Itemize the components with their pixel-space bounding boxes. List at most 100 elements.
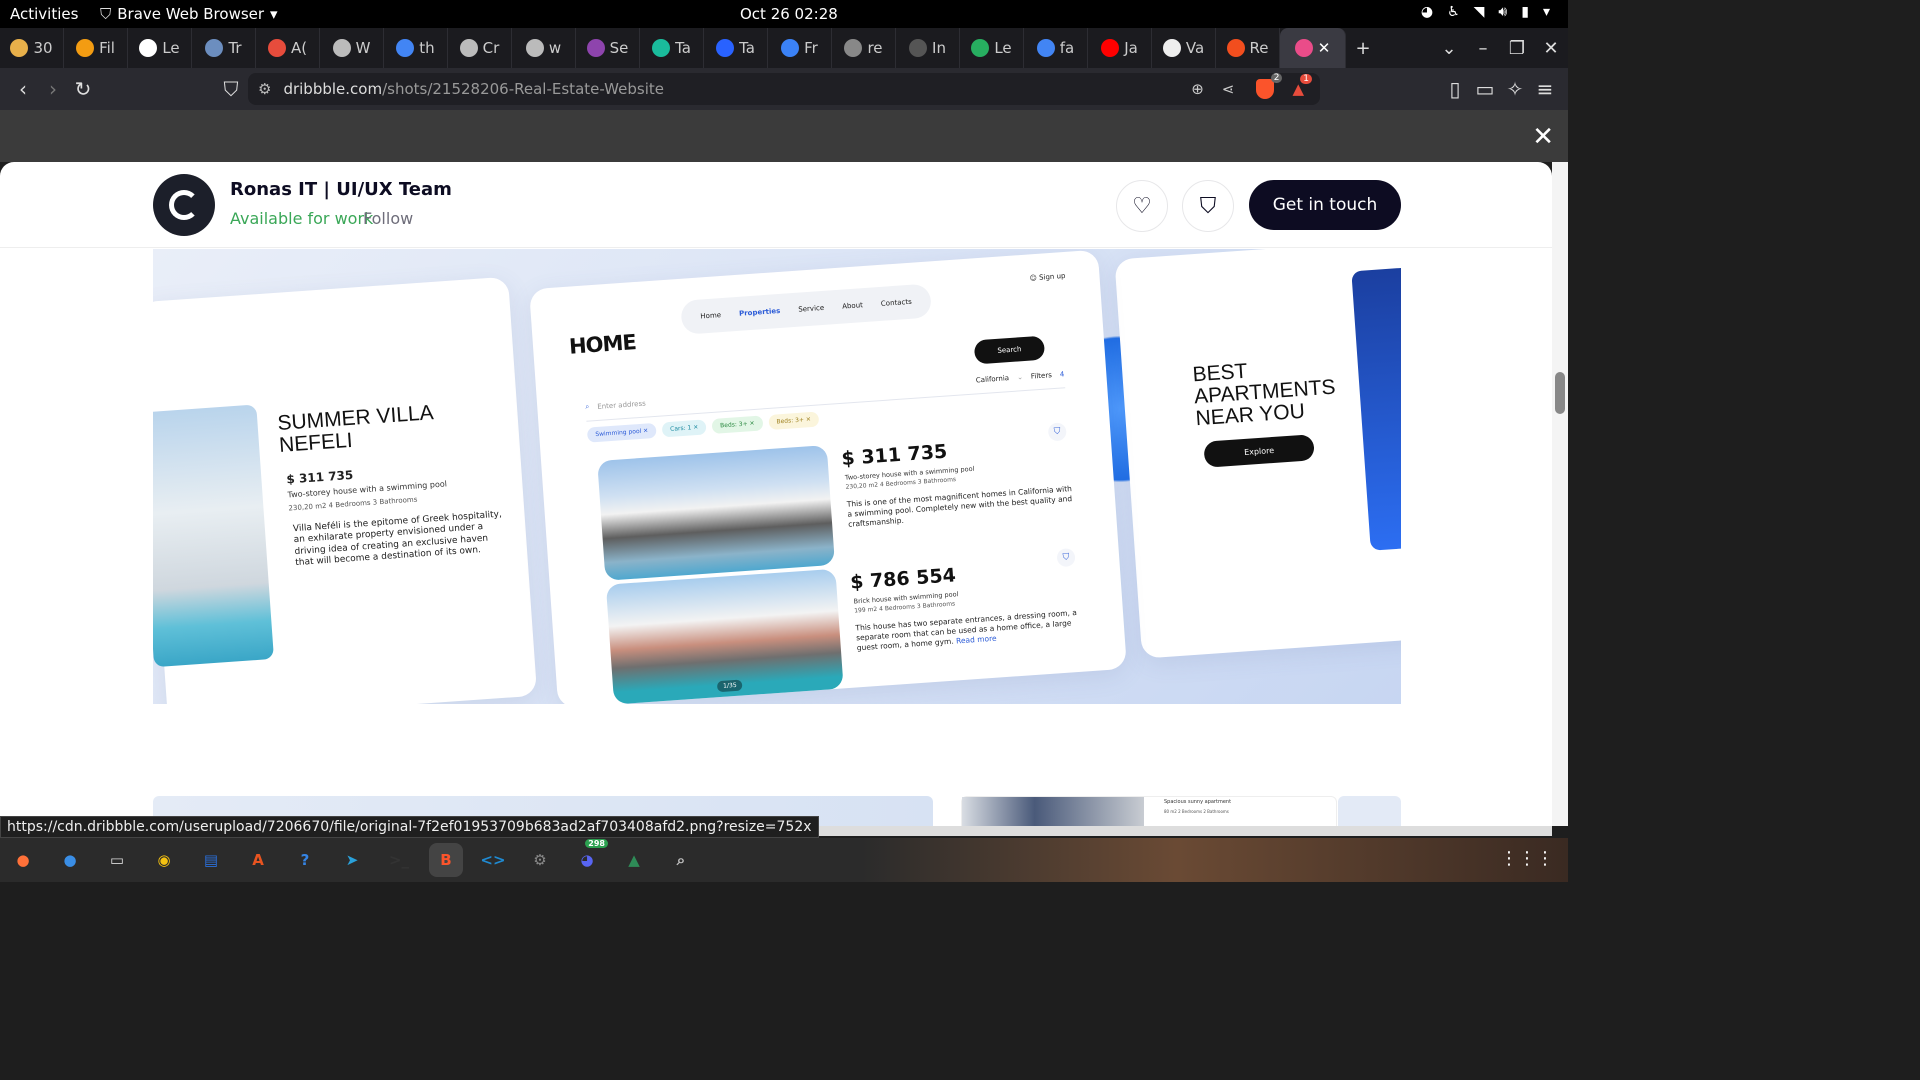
- clock[interactable]: Oct 26 02:28: [740, 5, 838, 23]
- tab-label: A(: [290, 39, 308, 57]
- vscode-icon[interactable]: <>: [476, 843, 510, 877]
- address-bar[interactable]: ⚙ dribbble.com /shots/21528206-Real-Esta…: [248, 73, 1320, 105]
- close-modal-button[interactable]: ✕: [1532, 122, 1554, 152]
- files-icon[interactable]: ▭: [100, 843, 134, 877]
- thunderbird-icon[interactable]: ●: [53, 843, 87, 877]
- shields-count-badge: 2: [1270, 73, 1283, 83]
- system-tray[interactable]: ◕ ♿︎ ◥ 🔊︎ ▮ ▾: [1421, 4, 1550, 20]
- villa-description: Villa Neféli is the epitome of Greek hos…: [292, 509, 503, 568]
- bookmark-icon: ⛉: [1047, 422, 1067, 442]
- tab[interactable]: Ta: [704, 28, 768, 68]
- show-apps-grid-icon[interactable]: ⋮⋮⋮: [1500, 848, 1554, 869]
- tab[interactable]: In: [896, 28, 960, 68]
- next-shot-thumb[interactable]: Spacious sunny apartment 80 m2 2 Bedroom…: [961, 796, 1337, 826]
- forward-button[interactable]: ›: [38, 74, 68, 104]
- software-icon[interactable]: A: [241, 843, 275, 877]
- apartment-meta: 80 m2 2 Bedrooms 2 Bathrooms: [1164, 809, 1229, 814]
- tab[interactable]: W: [320, 28, 384, 68]
- tab-favicon-icon: [652, 39, 671, 57]
- firefox-icon[interactable]: ●: [6, 843, 40, 877]
- location-select: California: [975, 373, 1010, 384]
- tab[interactable]: fa: [1024, 28, 1088, 68]
- tab[interactable]: w: [512, 28, 576, 68]
- maximize-button[interactable]: ❐: [1500, 38, 1534, 59]
- discord-tray-icon[interactable]: ◕: [1421, 4, 1433, 20]
- accessibility-icon[interactable]: ♿︎: [1447, 4, 1460, 20]
- close-window-button[interactable]: ✕: [1534, 38, 1568, 59]
- battery-icon[interactable]: ▮: [1521, 4, 1529, 20]
- listing-description: This house has two separate entrances, a…: [855, 607, 1086, 652]
- tab[interactable]: Cr: [448, 28, 512, 68]
- save-button[interactable]: ⛉: [1182, 180, 1234, 232]
- chevron-down-icon[interactable]: ▾: [1543, 4, 1550, 20]
- next-shot-thumb[interactable]: [1338, 796, 1401, 826]
- tab[interactable]: Le: [960, 28, 1024, 68]
- dock-glyph: ●: [63, 851, 77, 869]
- rhythmbox-icon[interactable]: ◉: [147, 843, 181, 877]
- dock-glyph: ?: [300, 851, 310, 869]
- signup-link: ☺︎ Sign up: [1029, 272, 1065, 282]
- tab-close-icon[interactable]: ✕: [1318, 39, 1331, 57]
- tab[interactable]: 30: [0, 28, 64, 68]
- activities-button[interactable]: Activities: [10, 5, 78, 23]
- villa-photo: [153, 404, 274, 668]
- back-button[interactable]: ‹: [8, 74, 38, 104]
- tab[interactable]: Tr: [192, 28, 256, 68]
- leo-ai-icon[interactable]: ✧: [1500, 74, 1530, 104]
- scrollbar-thumb[interactable]: [1555, 372, 1565, 414]
- apartments-title: BEST APARTMENTS NEAR YOU: [1191, 359, 1337, 431]
- available-for-work-link[interactable]: Available for work: [230, 209, 373, 228]
- team-name[interactable]: Ronas IT | UI/UX Team: [230, 179, 452, 200]
- new-tab-button[interactable]: +: [1346, 38, 1380, 59]
- image-viewer-icon[interactable]: ⌕: [664, 843, 698, 877]
- zoom-icon[interactable]: ⊕: [1191, 80, 1204, 98]
- help-icon[interactable]: ?: [288, 843, 322, 877]
- tab[interactable]: A(: [256, 28, 320, 68]
- tab[interactable]: Re: [1216, 28, 1280, 68]
- tab[interactable]: Le: [128, 28, 192, 68]
- brave-rewards-icon[interactable]: ▲ 1: [1292, 74, 1312, 98]
- tab[interactable]: th: [384, 28, 448, 68]
- filters-count: 4: [1059, 369, 1065, 379]
- telegram-icon[interactable]: ➤: [335, 843, 369, 877]
- menu-icon[interactable]: ≡: [1530, 74, 1560, 104]
- vertical-scrollbar[interactable]: [1552, 162, 1568, 826]
- tab[interactable]: Ja: [1088, 28, 1152, 68]
- get-in-touch-button[interactable]: Get in touch: [1249, 180, 1401, 230]
- inkscape-icon[interactable]: ▲: [617, 843, 651, 877]
- tab-list-dropdown-button[interactable]: ⌄: [1432, 38, 1466, 59]
- writer-icon[interactable]: ▤: [194, 843, 228, 877]
- brave-shields-icon[interactable]: 2: [1256, 73, 1283, 99]
- tab-favicon-icon: [459, 39, 478, 57]
- site-info-icon[interactable]: ⚙: [258, 80, 271, 98]
- bookmark-page-button[interactable]: ⛉: [216, 74, 246, 104]
- network-wifi-icon[interactable]: ◥: [1474, 4, 1485, 20]
- wallet-icon[interactable]: ▭: [1470, 74, 1500, 104]
- app-menu[interactable]: ⛉ Brave Web Browser ▾: [100, 5, 278, 23]
- shot-image[interactable]: SUMMER VILLA NEFELI $ 311 735 Two-storey…: [153, 249, 1401, 704]
- tab[interactable]: Se: [576, 28, 640, 68]
- terminal-icon[interactable]: >_: [382, 843, 416, 877]
- tab-strip: 30 Fil Le Tr A(Wth Cr w Se Ta Ta Fr re In Le fa Ja Va Re …: [0, 28, 1568, 68]
- volume-icon[interactable]: 🔊︎: [1498, 4, 1507, 20]
- tab[interactable]: Ta: [640, 28, 704, 68]
- villa-title: SUMMER VILLA NEFELI: [276, 401, 434, 457]
- tab[interactable]: re: [832, 28, 896, 68]
- tab[interactable]: Fil: [64, 28, 128, 68]
- settings-icon[interactable]: ⚙: [523, 843, 557, 877]
- reload-button[interactable]: ↻: [68, 74, 98, 104]
- tab-favicon-icon: [586, 39, 605, 57]
- filter-chip: Cars: 1 ✕: [661, 419, 707, 438]
- follow-button[interactable]: Follow: [363, 209, 413, 228]
- sidebar-toggle-icon[interactable]: ▯: [1440, 74, 1470, 104]
- minimize-button[interactable]: –: [1466, 38, 1500, 59]
- brave-icon[interactable]: B: [429, 843, 463, 877]
- discord-icon[interactable]: ◕ 298: [570, 839, 608, 877]
- share-icon[interactable]: ⋖: [1222, 80, 1235, 98]
- horizontal-scrollbar[interactable]: [810, 826, 1552, 836]
- tab[interactable]: Va: [1152, 28, 1216, 68]
- tab[interactable]: Fr: [768, 28, 832, 68]
- avatar[interactable]: [153, 174, 215, 236]
- like-button[interactable]: ♡: [1116, 180, 1168, 232]
- tab-active-dribbble[interactable]: ✕: [1280, 28, 1346, 68]
